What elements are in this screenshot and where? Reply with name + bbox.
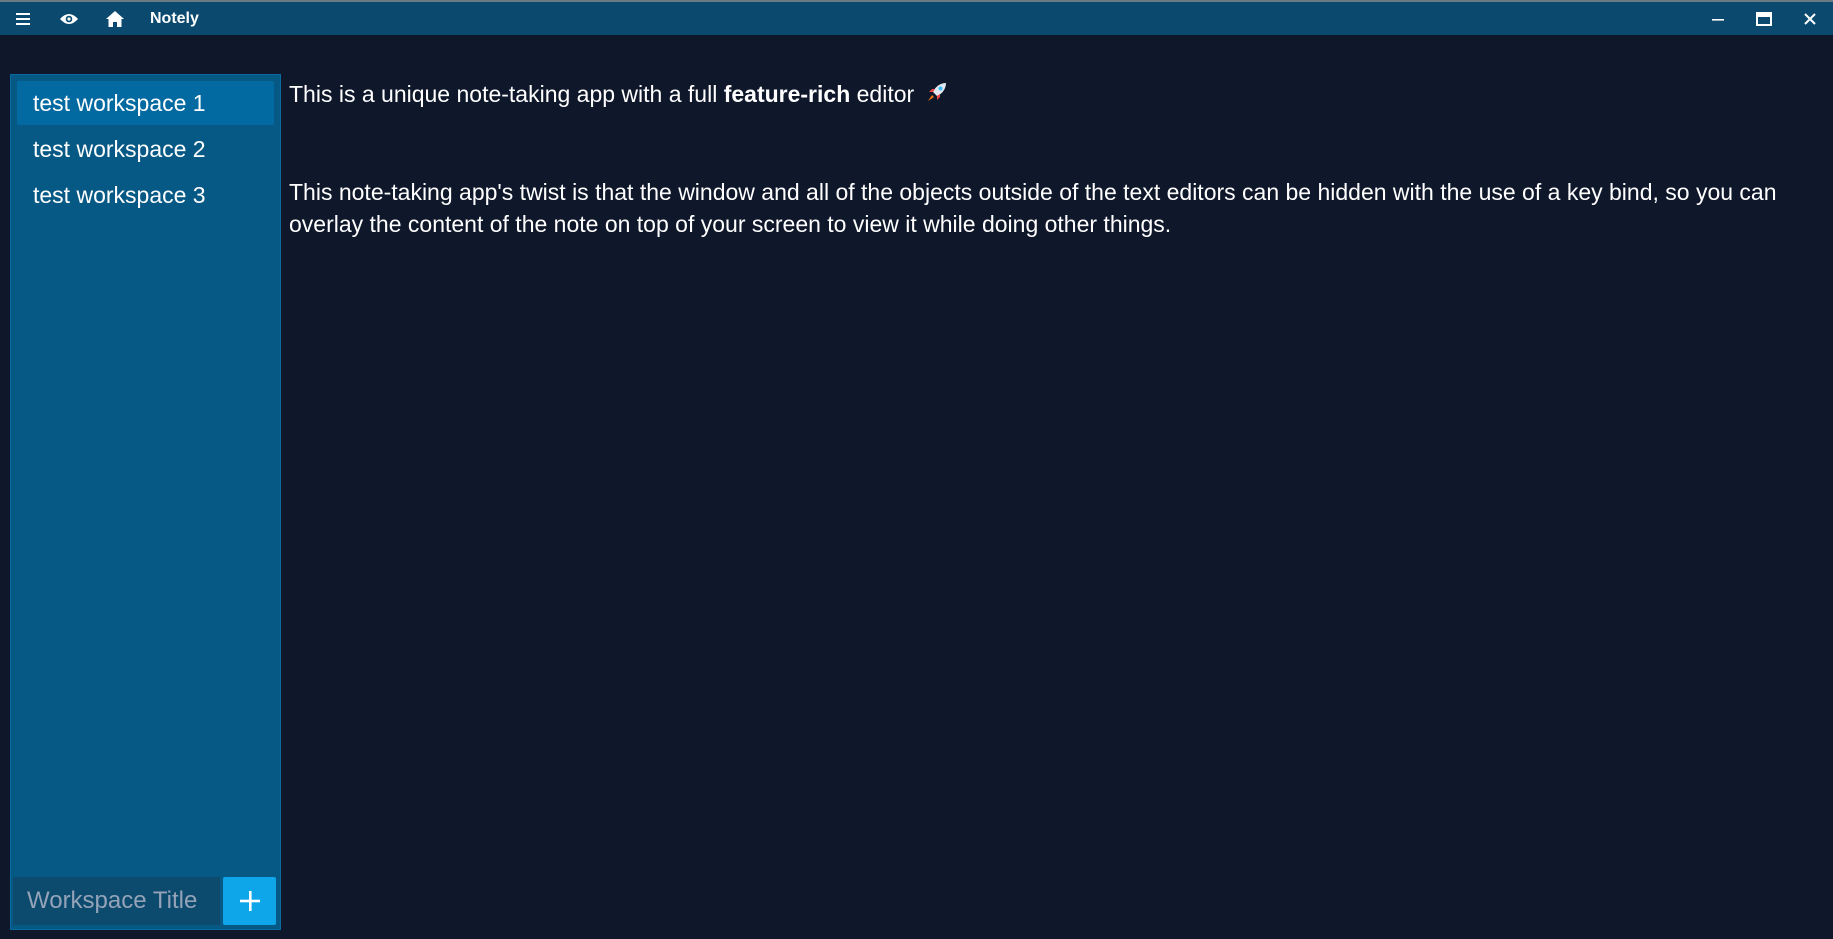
workspace-sidebar: test workspace 1 test workspace 2 test w… — [10, 74, 281, 930]
workspace-item-label: test workspace 1 — [33, 89, 206, 116]
paragraph-text: editor — [850, 81, 915, 107]
eye-icon[interactable] — [46, 2, 92, 35]
new-workspace-row — [13, 877, 278, 927]
rocket-icon — [925, 80, 949, 112]
workspace-item-3[interactable]: test workspace 3 — [17, 173, 274, 217]
window-controls — [1695, 2, 1833, 35]
app-title: Notely — [150, 9, 199, 27]
note-editor[interactable]: This is a unique note-taking app with a … — [289, 78, 1819, 240]
workspace-title-input[interactable] — [13, 877, 220, 925]
minimize-icon[interactable] — [1695, 2, 1741, 35]
home-icon[interactable] — [92, 2, 138, 35]
note-paragraph-1: This is a unique note-taking app with a … — [289, 78, 1819, 112]
close-icon[interactable] — [1787, 2, 1833, 35]
note-paragraph-2: This note-taking app's twist is that the… — [289, 179, 1777, 237]
workspace-item-label: test workspace 2 — [33, 135, 206, 162]
paragraph-text: This is a unique note-taking app with a … — [289, 81, 724, 107]
plus-icon — [239, 891, 260, 911]
menu-icon[interactable] — [0, 2, 46, 35]
workspace-item-label: test workspace 3 — [33, 181, 206, 208]
workspace-item-2[interactable]: test workspace 2 — [17, 127, 274, 171]
maximize-icon[interactable] — [1741, 2, 1787, 35]
bold-text: feature-rich — [723, 81, 851, 107]
title-bar: Notely — [0, 0, 1833, 35]
workspace-item-1[interactable]: test workspace 1 — [17, 81, 274, 125]
add-workspace-button[interactable] — [223, 877, 276, 925]
titlebar-left-controls: Notely — [0, 2, 199, 35]
